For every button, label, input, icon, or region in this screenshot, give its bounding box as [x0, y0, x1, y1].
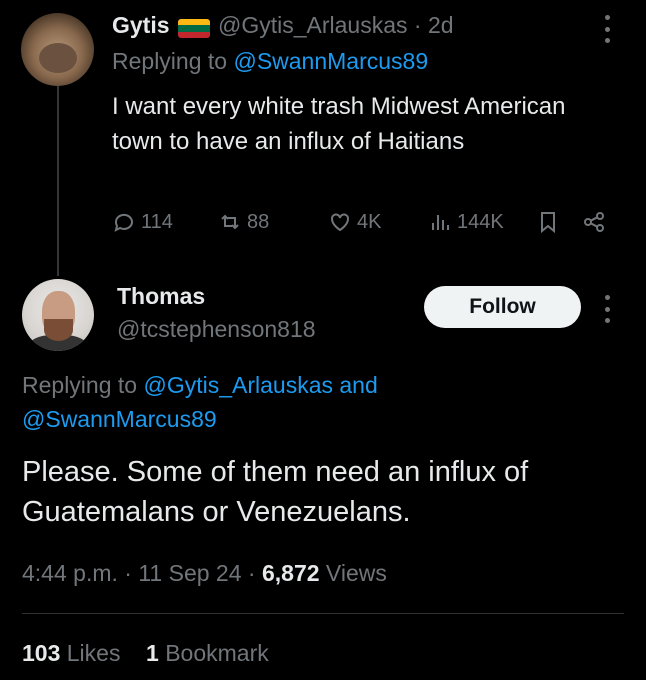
- tweet1-display-name[interactable]: Gytis: [112, 12, 170, 39]
- repost-button[interactable]: 88: [218, 210, 269, 234]
- mention-link-gytis[interactable]: @Gytis_Arlauskas: [143, 372, 333, 398]
- tweet2-more-options-icon[interactable]: [603, 295, 611, 323]
- like-button[interactable]: 4K: [328, 210, 381, 234]
- tweet2-timestamp-views: 4:44 p.m. · 11 Sep 24 · 6,872 Views: [22, 560, 387, 586]
- tweet1-more-options-icon[interactable]: [603, 15, 611, 43]
- tweet2-handle[interactable]: @tcstephenson818: [117, 316, 316, 343]
- bookmark-icon: [541, 212, 555, 234]
- divider: [22, 613, 624, 614]
- tweet1-handle-time[interactable]: @Gytis_Arlauskas · 2d: [218, 12, 454, 39]
- tweet2-display-name[interactable]: Thomas: [117, 283, 205, 310]
- tweet1-action-bar: 114 88 4K 144K: [112, 210, 622, 240]
- likes-stat[interactable]: 103 Likes: [22, 640, 120, 666]
- tweet2-text: Please. Some of them need an influx of G…: [22, 456, 529, 528]
- views-label: Views: [325, 560, 387, 586]
- tweet2-engagement-stats: 103 Likes 1 Bookmark: [22, 640, 269, 667]
- tweet-time[interactable]: 4:44 p.m.: [22, 560, 118, 586]
- tweet1-text: I want every white trash Midwest America…: [112, 93, 566, 155]
- follow-button[interactable]: Follow: [424, 286, 581, 328]
- views-button[interactable]: 144K: [428, 210, 504, 234]
- share-button[interactable]: [582, 210, 606, 234]
- reply-button[interactable]: 114: [112, 210, 173, 234]
- tweet2-replying-to: Replying to @Gytis_Arlauskas and @SwannMa…: [22, 372, 378, 432]
- bookmark-button[interactable]: [536, 210, 560, 234]
- reply-icon: [114, 213, 133, 232]
- lithuania-flag-icon: [178, 19, 210, 38]
- mention-link[interactable]: @SwannMarcus89: [233, 48, 428, 74]
- bookmarks-stat[interactable]: 1 Bookmark: [146, 640, 269, 666]
- avatar-thomas[interactable]: [22, 279, 94, 351]
- views-chart-icon: [432, 215, 449, 230]
- heart-icon: [331, 213, 349, 232]
- thread-connector-line: [57, 86, 59, 276]
- tweet-date[interactable]: 11 Sep 24: [138, 560, 241, 586]
- mention-link-swann[interactable]: @SwannMarcus89: [22, 406, 217, 432]
- share-icon: [584, 212, 604, 232]
- tweet1-replying-to: Replying to @SwannMarcus89: [112, 48, 429, 74]
- repost-icon: [221, 214, 239, 230]
- views-count: 6,872: [261, 560, 320, 586]
- avatar-gytis[interactable]: [21, 13, 94, 86]
